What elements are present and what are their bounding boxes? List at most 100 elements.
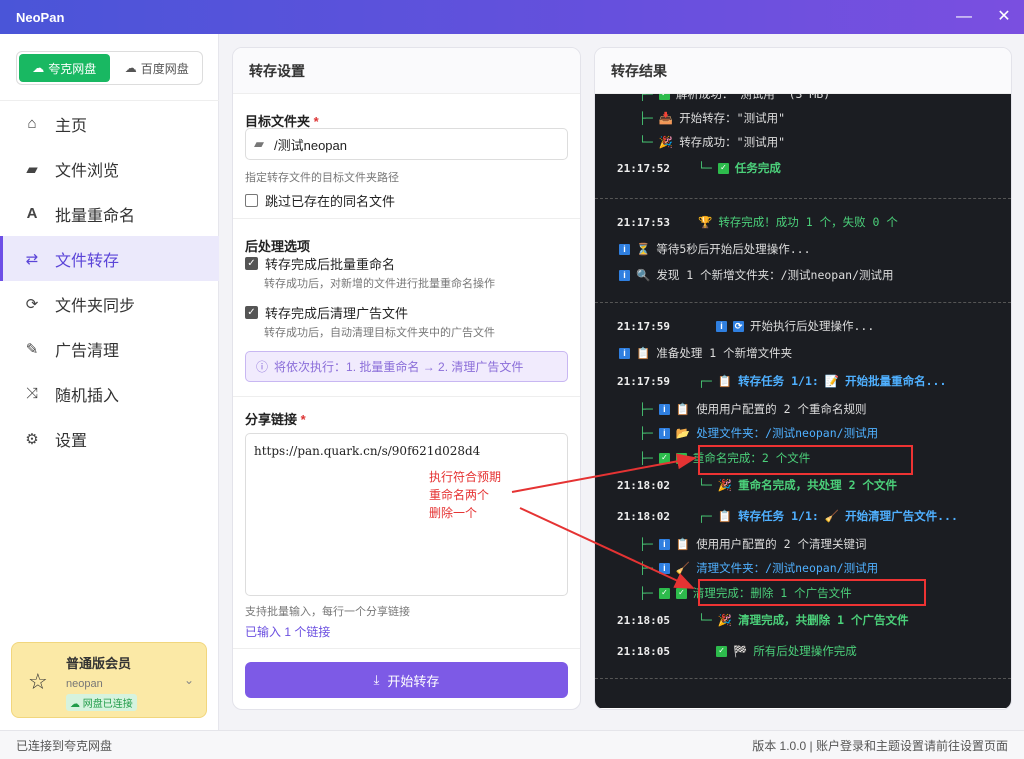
minimize-button[interactable]: — [944,0,984,34]
log-separator [595,302,1011,303]
share-link-label-text: 分享链接 [245,412,298,427]
log-line: i ⏳ 等待5秒后开始后处理操作... [619,241,811,257]
log-line: 21:18:05 ✓ 🏁 所有后处理操作完成 [617,643,857,659]
app-title: NeoPan [16,9,65,25]
log-text: 准备处理 1 个新增文件夹 [656,346,793,360]
log-line: i 🔍 发现 1 个新增文件夹：/测试neopan/测试用 [619,267,894,283]
info-icon: i [658,562,670,574]
execution-order-text: 将依次执行：1. 批量重命名 → 2. 清理广告文件 [274,360,524,374]
sidebar-item-random[interactable]: ⤨ 随机插入 [0,371,219,416]
cloud-icon: ☁ [32,61,45,75]
share-link-textarea[interactable]: https://pan.quark.cn/s/90f621d028d4 [245,433,568,596]
cloud-icon: ☁ [124,61,137,75]
clipboard-icon: 📋 [675,537,691,551]
link-count: 已输入 1 个链接 [245,625,331,639]
transfer-settings-panel: 转存设置 目标文件夹 * ▰ /测试neopan 指定转存文件的目标文件夹路径 … [232,47,581,710]
sidebar-item-label: 文件浏览 [55,162,120,180]
sidebar-item-rename[interactable]: A 批量重命名 [0,191,219,236]
log-line: 21:18:05 └─ 🎉 清理完成，共删除 1 个广告文件 [617,613,909,627]
check-icon: ✓ [715,645,727,657]
log-line: 21:17:59 i ⟳ 开始执行后处理操作... [617,318,874,334]
folder-open-icon: 📂 [675,426,691,440]
sidebar-item-label: 批量重命名 [55,207,136,225]
highlight-box-rename [698,445,913,475]
log-line: └─ 🎉 转存成功："测试用" [639,135,786,149]
log-line: 21:17:53 🏆 转存完成！成功 1 个，失败 0 个 [617,214,898,230]
member-title: 普通版会员 [66,656,132,671]
tab-quark[interactable]: ☁ 夸克网盘 [19,54,110,82]
log-separator [595,198,1011,199]
log-text: 开始转存："测试用" [679,111,786,125]
status-left: 已连接到夸克网盘 [16,738,113,753]
broom-icon: ✎ [25,340,39,358]
badge-label: 网盘已连接 [82,699,133,710]
annotation-line: 删除一个 [429,506,478,520]
sync-icon: ⟳ [25,295,39,313]
log-text: 转存任务 1/1: [738,374,819,388]
log-line: 21:18:02 ┌─ 📋 转存任务 1/1: 🧹 开始清理广告文件... [617,509,958,523]
connection-badge: ☁ 网盘已连接 [66,694,137,711]
member-user: neopan [66,678,103,690]
sidebar-item-files[interactable]: ▰ 文件浏览 [0,146,219,191]
close-button[interactable]: ✕ [984,0,1024,34]
required-mark: * [300,412,306,427]
sidebar-item-transfer[interactable]: ⇄ 文件转存 [0,236,219,281]
info-icon: i [658,403,670,415]
log-text: 清理文件夹：/测试neopan/测试用 [696,561,879,575]
start-transfer-label: 开始转存 [387,673,440,689]
log-text: 转存任务 1/1: [738,509,819,523]
log-timestamp: 21:17:59 [617,319,670,333]
sidebar-item-home[interactable]: ⌂ 主页 [0,101,219,146]
log-text: 所有后处理操作完成 [753,644,857,658]
clean-after-checkbox[interactable]: ✓ 转存完成后清理广告文件 [245,303,408,322]
log-text: 等待5秒后开始后处理操作... [656,242,811,256]
log-text: 使用用户配置的 2 个重命名规则 [696,402,867,416]
checkbox-box[interactable]: ✓ [245,257,258,270]
swap-icon: ⇄ [25,250,39,268]
sidebar-item-adclean[interactable]: ✎ 广告清理 [0,326,219,371]
tab-baidu[interactable]: ☁ 百度网盘 [112,52,203,84]
log-timestamp: 21:18:02 [617,478,670,492]
info-icon: i [619,269,630,281]
post-process-label: 后处理选项 [245,239,311,254]
target-folder-value: /测试neopan [274,137,347,153]
info-icon: i [658,427,670,439]
party-icon: 🎉 [658,135,674,149]
star-icon: ☆ [28,669,48,694]
divider [233,218,580,219]
shuffle-icon: ⤨ [25,385,38,402]
checkbox-box[interactable]: ✓ [245,306,258,319]
results-console[interactable]: ├─✓解析成功："测试用" (3 MB) ├─📥开始转存："测试用" └─🎉转存… [595,94,1011,708]
log-line: ├─ 📥 开始转存："测试用" [639,111,786,125]
sidebar-item-settings[interactable]: ⚙ 设置 [0,416,219,461]
check-icon: ✓ [658,452,670,464]
status-bar: 已连接到夸克网盘 版本 1.0.0 | 账户登录和主题设置请前往设置页面 [0,730,1024,759]
checkbox-box[interactable] [245,194,258,207]
sidebar-item-sync[interactable]: ⟳ 文件夹同步 [0,281,219,326]
log-text: 重命名完成，共处理 2 个文件 [738,478,897,492]
sidebar-item-label: 随机插入 [55,387,120,405]
clipboard-icon: 📋 [636,346,651,360]
skip-existing-checkbox[interactable]: 跳过已存在的同名文件 [245,191,395,210]
log-timestamp: 21:17:52 [617,161,670,175]
log-line: 21:17:52 └─ ✓ 任务完成 [617,161,781,175]
title-bar: NeoPan — ✕ [0,0,1024,34]
gear-icon: ⚙ [25,430,39,448]
chevron-down-icon[interactable]: ⌄ [184,673,194,687]
download-icon: ⤓ [373,672,380,687]
search-icon: 🔍 [636,268,651,282]
rename-after-checkbox[interactable]: ✓ 转存完成后批量重命名 [245,254,395,273]
log-line: ├─ i 📋 使用用户配置的 2 个重命名规则 [639,402,867,416]
log-separator [595,678,1011,679]
log-timestamp: 21:18:05 [617,644,670,658]
member-card[interactable]: ☆ 普通版会员 neopan ☁ 网盘已连接 ⌄ [11,642,207,718]
log-line: 21:18:02 └─ 🎉 重命名完成，共处理 2 个文件 [617,478,897,492]
log-text: 开始清理广告文件... [845,509,958,523]
log-line: ├─✓解析成功："测试用" (3 MB) [639,94,830,102]
target-folder-input[interactable]: ▰ /测试neopan [245,128,568,160]
start-transfer-button[interactable]: ⤓ 开始转存 [245,662,568,698]
home-icon: ⌂ [27,115,37,132]
check-icon: ✓ [675,587,687,599]
share-link-hint: 支持批量输入，每行一个分享链接 [245,606,410,618]
inbox-icon: 📥 [658,111,674,125]
